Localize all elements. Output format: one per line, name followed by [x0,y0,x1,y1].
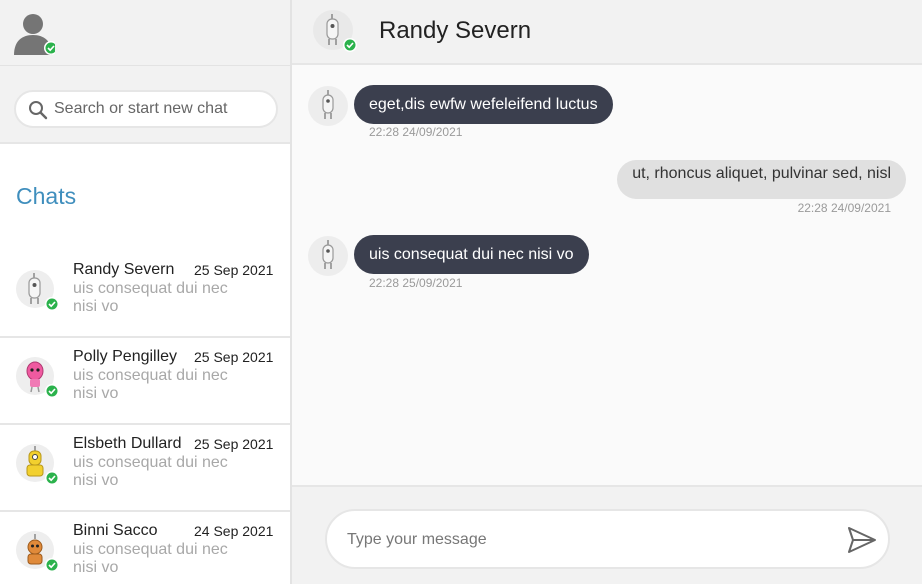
message-avatar [308,86,348,126]
message-bubble-outgoing: ut, rhoncus aliquet, pulvinar sed, nisl [617,160,906,199]
robot-yellow-icon [16,444,59,485]
last-message-preview: uis consequat dui nec nisi vo [73,367,228,402]
user-avatar[interactable] [13,11,58,55]
conversation-header: Randy Severn [292,0,922,65]
contact-avatar [15,354,59,398]
robot-grey-icon [313,10,357,52]
contact-avatar [15,267,59,311]
message-timestamp: 22:28 24/09/2021 [369,125,463,139]
conversation-title: Randy Severn [379,17,532,44]
message-timestamp: 22:28 25/09/2021 [369,276,463,290]
search-icon [29,101,48,120]
profile-header [0,0,290,66]
chat-item-binni-sacco[interactable]: Binni Sacco 24 Sep 2021 uis consequat du… [0,514,290,584]
message-bubble-incoming: uis consequat dui nec nisi vo [354,235,589,274]
message-composer[interactable] [325,509,890,569]
contact-name: Randy Severn [73,261,175,278]
search-box[interactable] [14,90,278,128]
contact-avatar [15,441,59,485]
last-message-date: 25 Sep 2021 [194,436,274,452]
chat-list-panel: Chats Randy Severn 25 Sep 2021 uis conse… [0,0,292,584]
send-icon [848,527,876,553]
user-silhouette-icon [14,14,58,55]
conversation-avatar[interactable] [312,9,358,53]
search-input[interactable] [54,98,269,120]
robot-grey-icon [322,240,334,269]
chat-item-elsbeth-dullard[interactable]: Elsbeth Dullard 25 Sep 2021 uis consequa… [0,427,290,512]
message-input[interactable] [347,529,827,551]
last-message-preview: uis consequat dui nec nisi vo [73,541,228,576]
message-bubble-incoming: eget,dis ewfw wefeleifend luctus [354,85,613,124]
search-section [0,66,290,144]
message-timestamp: 22:28 24/09/2021 [797,201,891,215]
robot-grey-icon [322,90,334,119]
last-message-date: 25 Sep 2021 [194,262,274,278]
last-message-date: 24 Sep 2021 [194,523,274,539]
message-avatar [308,236,348,276]
contact-name: Elsbeth Dullard [73,435,182,452]
conversation-panel: Randy Severn eget,dis ewfw wefeleifend l… [292,0,922,584]
contact-name: Binni Sacco [73,522,158,539]
chat-item-polly-pengilley[interactable]: Polly Pengilley 25 Sep 2021 uis consequa… [0,340,290,425]
last-message-preview: uis consequat dui nec nisi vo [73,454,228,489]
contact-avatar [15,528,59,572]
robot-grey-icon [16,270,59,311]
composer-bar [292,485,922,584]
robot-orange-icon [16,531,59,572]
send-button[interactable] [846,524,878,556]
robot-pink-icon [16,357,59,398]
last-message-preview: uis consequat dui nec nisi vo [73,280,228,315]
last-message-date: 25 Sep 2021 [194,349,274,365]
chats-heading: Chats [16,183,77,209]
chat-item-randy-severn[interactable]: Randy Severn 25 Sep 2021 uis consequat d… [0,253,290,338]
contact-name: Polly Pengilley [73,348,178,365]
